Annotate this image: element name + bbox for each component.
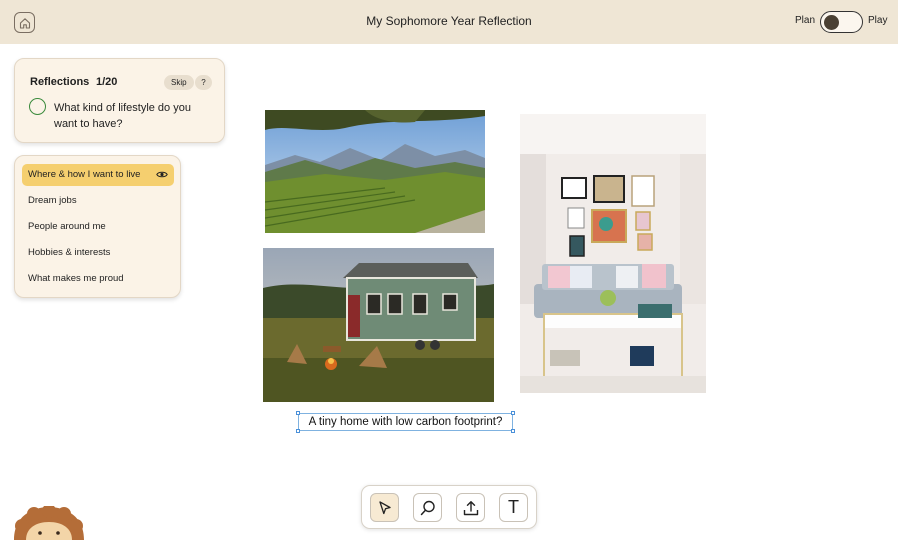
- category-hobbies-interests[interactable]: Hobbies & interests: [22, 242, 174, 264]
- pointer-icon: [378, 500, 391, 514]
- eye-icon[interactable]: [156, 170, 168, 179]
- select-tool-button[interactable]: [370, 493, 399, 522]
- search-tool-button[interactable]: [413, 493, 442, 522]
- category-dream-jobs[interactable]: Dream jobs: [22, 190, 174, 212]
- reflections-card: Reflections 1/20 Skip ? What kind of lif…: [14, 58, 225, 143]
- upload-tool-button[interactable]: [456, 493, 485, 522]
- category-people-around-me[interactable]: People around me: [22, 216, 174, 238]
- category-what-makes-me-proud[interactable]: What makes me proud: [22, 268, 174, 290]
- mode-play-label: Play: [868, 15, 888, 26]
- resize-handle-bl[interactable]: [296, 429, 300, 433]
- plan-play-toggle[interactable]: [820, 11, 863, 33]
- bottom-toolbar: T: [361, 485, 537, 529]
- category-where-how-i-want-to-live[interactable]: Where & how I want to live: [22, 164, 174, 186]
- text-tool-button[interactable]: T: [499, 493, 528, 522]
- skip-button[interactable]: Skip: [164, 75, 194, 90]
- image-caption[interactable]: A tiny home with low carbon footprint?: [298, 413, 513, 431]
- resize-handle-br[interactable]: [511, 429, 515, 433]
- category-label: What makes me proud: [28, 273, 124, 284]
- help-button[interactable]: ?: [195, 75, 212, 90]
- toggle-knob: [824, 14, 839, 30]
- question-text: What kind of lifestyle do you want to ha…: [54, 102, 191, 130]
- category-label: Where & how I want to live: [28, 169, 141, 180]
- categories-card: Where & how I want to live Dream jobs Pe…: [14, 155, 181, 298]
- tiny-home-image[interactable]: [263, 248, 494, 402]
- lion-mascot-icon: [14, 506, 84, 540]
- upload-icon: [463, 500, 478, 515]
- search-icon: [420, 500, 435, 515]
- category-label: Dream jobs: [28, 195, 77, 206]
- reflections-count: 1/20: [96, 76, 118, 88]
- vineyard-landscape-image[interactable]: [265, 110, 485, 233]
- living-room-image[interactable]: [520, 114, 706, 393]
- resize-handle-tr[interactable]: [511, 411, 515, 415]
- resize-handle-tl[interactable]: [296, 411, 300, 415]
- question-checkbox[interactable]: [29, 98, 46, 115]
- mode-plan-label: Plan: [795, 15, 816, 26]
- reflections-title: Reflections: [30, 76, 90, 88]
- top-bar: My Sophomore Year Reflection Plan Play: [0, 0, 898, 44]
- page-title: My Sophomore Year Reflection: [366, 14, 532, 28]
- category-label: People around me: [28, 221, 106, 232]
- text-icon: T: [508, 497, 519, 517]
- category-label: Hobbies & interests: [28, 247, 111, 258]
